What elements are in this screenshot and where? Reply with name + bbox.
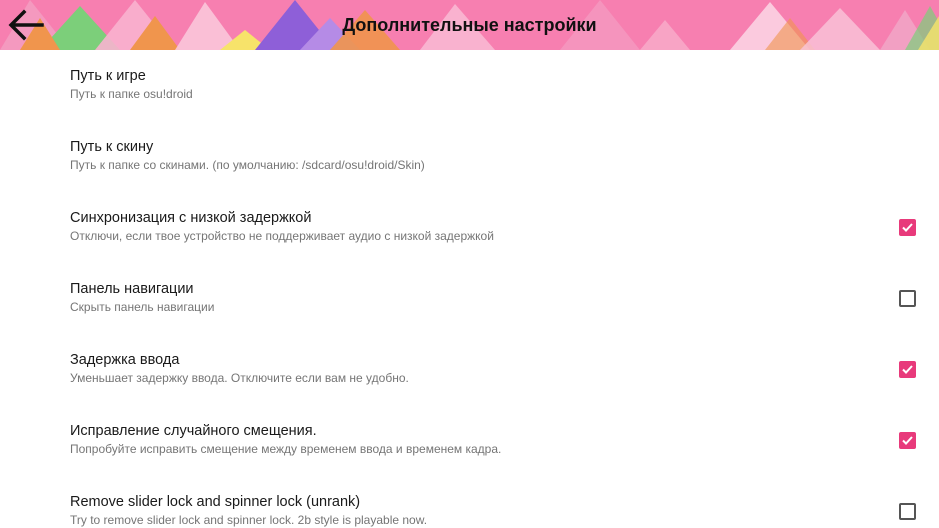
setting-input-delay[interactable]: Задержка ввода Уменьшает задержку ввода.… bbox=[0, 334, 939, 405]
setting-remove-slider-lock[interactable]: Remove slider lock and spinner lock (unr… bbox=[0, 476, 939, 528]
setting-summary: Уменьшает задержку ввода. Отключите если… bbox=[70, 371, 409, 385]
setting-summary: Попробуйте исправить смещение между врем… bbox=[70, 442, 502, 456]
setting-title: Путь к игре bbox=[70, 68, 146, 84]
remove-slider-lock-checkbox[interactable] bbox=[899, 503, 916, 520]
setting-offset-fix[interactable]: Исправление случайного смещения. Попробу… bbox=[0, 405, 939, 476]
setting-text: Исправление случайного смещения. Попробу… bbox=[70, 423, 870, 457]
arrow-left-icon bbox=[8, 9, 44, 41]
checkmark-icon bbox=[902, 223, 913, 232]
setting-text: Задержка ввода Уменьшает задержку ввода.… bbox=[70, 352, 870, 386]
setting-skin-path[interactable]: Путь к скину Путь к папке со скинами. (п… bbox=[0, 121, 939, 192]
setting-text: Путь к скину Путь к папке со скинами. (п… bbox=[70, 139, 870, 173]
setting-title: Задержка ввода bbox=[70, 352, 180, 368]
setting-summary: Скрыть панель навигации bbox=[70, 300, 215, 314]
setting-low-latency-sync[interactable]: Синхронизация с низкой задержкой Отключи… bbox=[0, 192, 939, 263]
header-bar: Дополнительные настройки bbox=[0, 0, 939, 50]
setting-summary: Отключи, если твое устройство не поддерж… bbox=[70, 229, 494, 243]
setting-title: Remove slider lock and spinner lock (unr… bbox=[70, 494, 361, 510]
setting-title: Панель навигации bbox=[70, 281, 194, 297]
navigation-bar-checkbox[interactable] bbox=[899, 290, 916, 307]
input-delay-checkbox[interactable] bbox=[899, 361, 916, 378]
setting-summary: Try to remove slider lock and spinner lo… bbox=[70, 513, 428, 527]
setting-title: Исправление случайного смещения. bbox=[70, 423, 317, 439]
setting-text: Панель навигации Скрыть панель навигации bbox=[70, 281, 870, 315]
setting-title: Синхронизация с низкой задержкой bbox=[70, 210, 312, 226]
advanced-settings-screen: Дополнительные настройки Путь к игре Пут… bbox=[0, 0, 939, 528]
checkmark-icon bbox=[902, 365, 913, 374]
setting-game-path[interactable]: Путь к игре Путь к папке osu!droid bbox=[0, 50, 939, 121]
setting-text: Remove slider lock and spinner lock (unr… bbox=[70, 494, 870, 528]
back-button[interactable] bbox=[0, 0, 50, 50]
setting-navigation-bar[interactable]: Панель навигации Скрыть панель навигации bbox=[0, 263, 939, 334]
setting-summary: Путь к папке osu!droid bbox=[70, 87, 193, 101]
setting-text: Синхронизация с низкой задержкой Отключи… bbox=[70, 210, 870, 244]
low-latency-sync-checkbox[interactable] bbox=[899, 219, 916, 236]
setting-summary: Путь к папке со скинами. (по умолчанию: … bbox=[70, 158, 425, 172]
offset-fix-checkbox[interactable] bbox=[899, 432, 916, 449]
triangle-pattern-background bbox=[0, 0, 939, 50]
settings-list: Путь к игре Путь к папке osu!droid Путь … bbox=[0, 50, 939, 528]
checkmark-icon bbox=[902, 436, 913, 445]
setting-text: Путь к игре Путь к папке osu!droid bbox=[70, 68, 870, 102]
setting-title: Путь к скину bbox=[70, 139, 154, 155]
